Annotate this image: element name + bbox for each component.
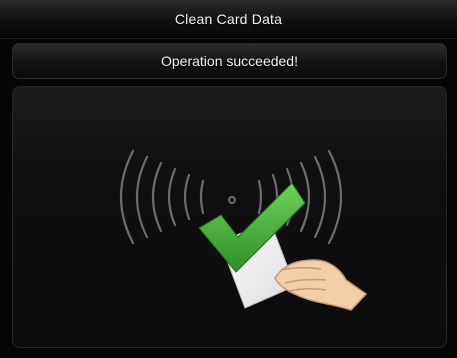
hand-icon: [274, 259, 368, 311]
content-panel: [12, 86, 447, 348]
center-dot-icon: [228, 196, 236, 204]
window-title: Clean Card Data: [174, 11, 283, 27]
status-message: Operation succeeded!: [161, 53, 298, 69]
screen: Clean Card Data Operation succeeded!: [0, 0, 457, 358]
title-bar: Clean Card Data: [0, 0, 457, 39]
status-bar: Operation succeeded!: [12, 43, 447, 79]
card-read-illustration: [119, 149, 368, 311]
